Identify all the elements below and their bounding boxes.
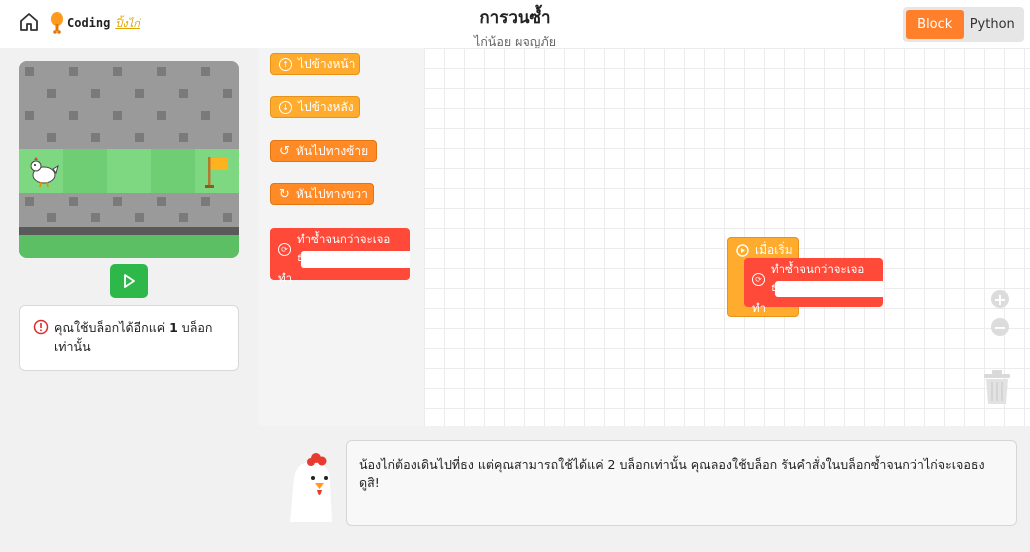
block-limit-message: คุณใช้บล็อกได้อีกแค่ 1 บล็อก เท่านั้น [19,305,239,371]
play-icon [124,274,135,288]
run-button[interactable] [110,264,148,298]
chicken-mascot-icon [290,453,332,522]
left-panel: คุณใช้บล็อกได้อีกแค่ 1 บล็อก เท่านั้น [0,48,258,552]
message-suffix: บล็อก [177,320,213,335]
block-label: หันไปทางขวา [295,186,368,201]
move-backward-block[interactable]: ↓ ไปข้างหลัง [270,96,360,118]
message-line-1: คุณใช้บล็อกได้อีกแค่ 1 บล็อก [54,318,228,337]
rotate-right-icon: ↻ [279,186,290,202]
hint-text: น้องไก่ต้องเดินไปที่ธง แต่คุณสามารถใช้ได… [359,457,985,490]
loop-icon: ⟳ [752,272,765,286]
zoom-out-icon: − [993,317,1007,337]
hint-panel: น้องไก่ต้องเดินไปที่ธง แต่คุณสามารถใช้ได… [258,426,1030,552]
message-prefix: คุณใช้บล็อกได้อีกแค่ [54,320,170,335]
top-bar: Coding ปิ้งไก่ การวนซ้ำ ไก่น้อย ผจญภัย B… [0,0,1030,49]
bottom-wall [19,193,239,227]
loop-slot[interactable] [301,251,410,268]
ground [19,235,239,258]
trash-icon[interactable] [980,366,1014,406]
mode-toggle: Block Python [903,7,1024,42]
turn-right-block[interactable]: ↻ หันไปทางขวา [270,183,374,205]
zoom-in-button[interactable]: + [991,289,1009,309]
block-label: หันไปทางซ้าย [295,143,369,158]
chicken-character-icon [30,157,59,188]
placed-repeat-until-block[interactable]: ⟳ ทำซ้ำจนกว่าจะเจอธง ทำ [744,258,883,315]
turn-left-block[interactable]: ↺ หันไปทางซ้าย [270,140,377,162]
zoom-in-icon: + [993,289,1007,309]
block-mode-button[interactable]: Block [906,10,964,39]
remaining-block-count: 1 [169,320,178,335]
loop-slot[interactable] [775,281,883,297]
hint-speech-bubble: น้องไก่ต้องเดินไปที่ธง แต่คุณสามารถใช้ได… [346,440,1017,526]
page-title: การวนซ้ำ [479,8,551,28]
forward-icon: ↑ [279,57,292,71]
goal-flag-icon [205,157,228,188]
loop-do-label: ทำ [752,301,767,315]
block-toolbox: ↑ ไปข้างหน้า ↓ ไปข้างหลัง ↺ หันไปทางซ้าย… [258,48,424,426]
warning-icon [33,319,49,335]
python-mode-button[interactable]: Python [964,10,1022,39]
block-label: ไปข้างหน้า [298,56,356,71]
ledge [19,227,239,235]
loop-do-label: ทำ [278,271,293,285]
repeat-until-block[interactable]: ⟳ ทำซ้ำจนกว่าจะเจอธง ทำ [270,228,410,285]
code-workspace[interactable]: เมื่อเริ่ม ⟳ ทำซ้ำจนกว่าจะเจอธง ทำ + − [424,48,1030,426]
block-label: ไปข้างหลัง [298,99,354,114]
backward-icon: ↓ [279,100,292,114]
zoom-out-button[interactable]: − [991,317,1009,337]
rotate-left-icon: ↺ [279,143,290,159]
move-forward-block[interactable]: ↑ ไปข้างหน้า [270,53,360,75]
game-stage [19,61,239,258]
start-play-icon [736,244,749,257]
top-wall [19,61,239,149]
title-area: การวนซ้ำ ไก่น้อย ผจญภัย [0,4,1030,52]
message-line-2: เท่านั้น [54,339,91,354]
loop-icon: ⟳ [278,242,291,256]
